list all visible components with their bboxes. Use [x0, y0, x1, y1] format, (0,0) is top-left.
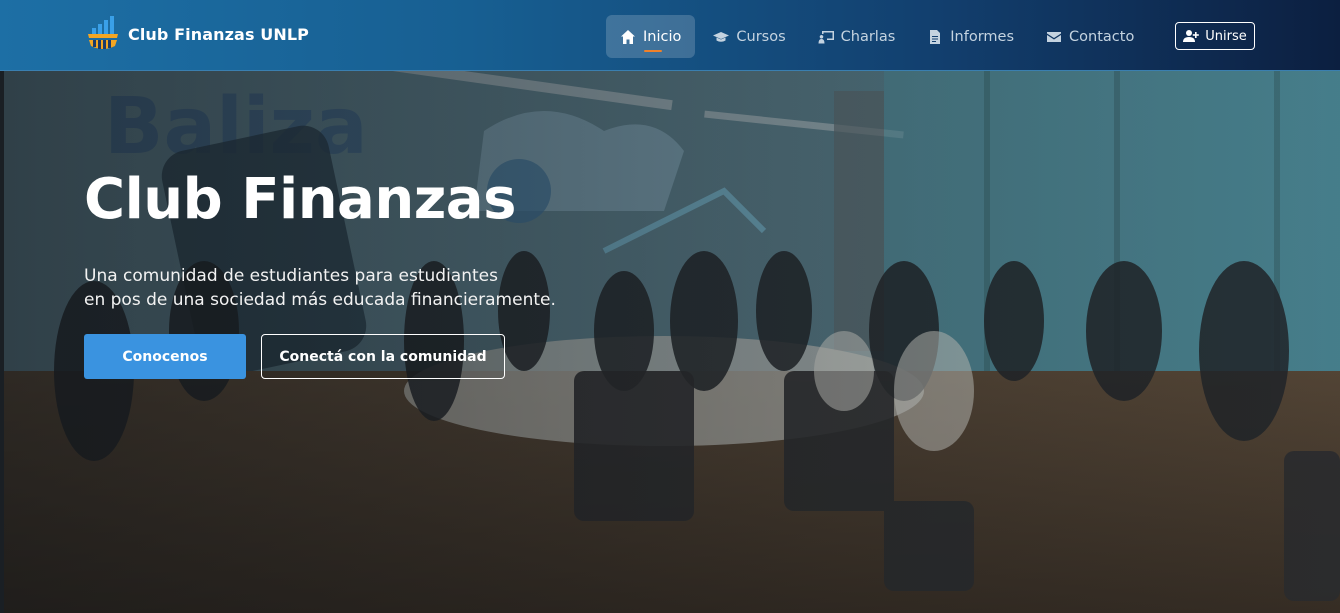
document-icon: [930, 29, 941, 44]
hero-subtitle: Una comunidad de estudiantes para estudi…: [84, 264, 556, 312]
join-button-label: Unirse: [1205, 28, 1247, 44]
hero-subtitle-line-1: Una comunidad de estudiantes para estudi…: [84, 266, 498, 286]
presentation-icon: [818, 30, 834, 43]
connect-community-button[interactable]: Conectá con la comunidad: [261, 334, 505, 379]
nav-item-label: Cursos: [736, 28, 786, 45]
nav-item-informes[interactable]: Informes: [913, 15, 1028, 58]
join-button[interactable]: Unirse: [1175, 22, 1255, 50]
nav-item-cursos[interactable]: Cursos: [699, 15, 799, 58]
top-navbar: Club Finanzas UNLP Inicio Cursos Charlas…: [0, 0, 1340, 71]
nav-item-label: Contacto: [1069, 28, 1135, 45]
nav-item-contacto[interactable]: Contacto: [1032, 15, 1148, 58]
nav-item-inicio[interactable]: Inicio: [606, 15, 696, 58]
main-nav: Inicio Cursos Charlas Informes Contacto: [606, 15, 1152, 58]
nav-item-charlas[interactable]: Charlas: [804, 15, 910, 58]
brand-name: Club Finanzas UNLP: [128, 24, 309, 44]
nav-item-label: Informes: [950, 28, 1015, 45]
conocenos-button[interactable]: Conocenos: [84, 334, 246, 379]
user-plus-icon: [1183, 30, 1200, 42]
hero-subtitle-line-2: en pos de una sociedad más educada finan…: [84, 290, 556, 310]
bar-chart-logo-icon: [88, 16, 118, 49]
home-icon: [621, 29, 635, 44]
brand-link[interactable]: Club Finanzas UNLP: [86, 14, 309, 54]
nav-item-label: Inicio: [643, 28, 682, 45]
graduation-cap-icon: [713, 31, 730, 42]
hero-title: Club Finanzas: [84, 167, 516, 232]
nav-item-label: Charlas: [840, 28, 896, 45]
envelope-icon: [1047, 31, 1062, 42]
